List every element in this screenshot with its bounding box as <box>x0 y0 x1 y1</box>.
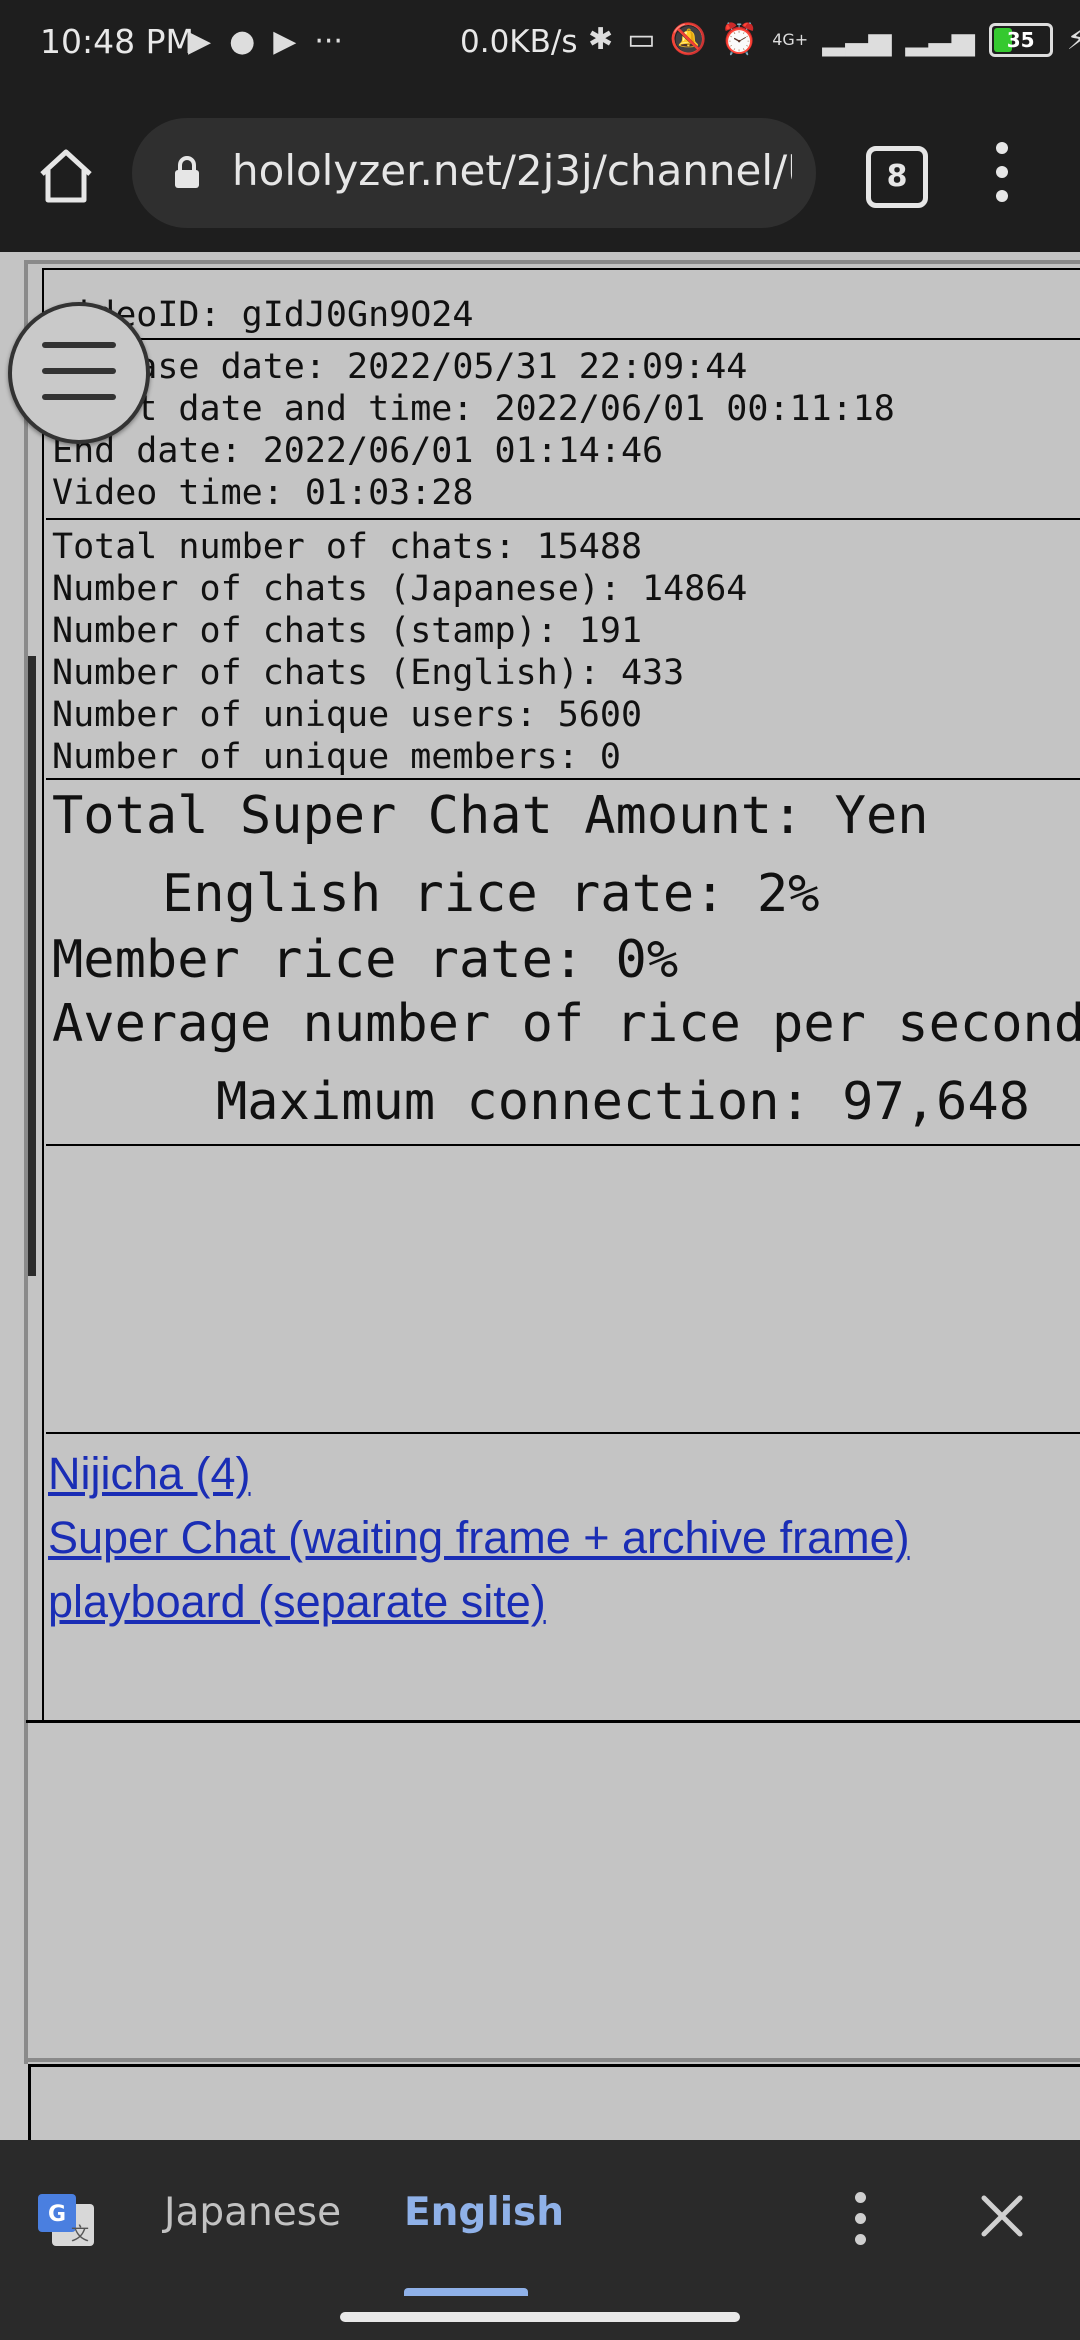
vibrate-icon: ▭ <box>627 22 656 57</box>
notification-icons: ▶ ● ▶ ··· <box>188 24 343 59</box>
google-translate-icon: G 文 <box>38 2194 94 2246</box>
network-type: 4G+ <box>772 30 809 49</box>
battery-percent: 35 <box>1006 27 1035 52</box>
start-datetime: Start date and time: 2022/06/01 00:11:18 <box>52 389 895 429</box>
divider <box>26 1720 1080 1723</box>
divider <box>46 1144 1080 1146</box>
gesture-bar[interactable] <box>340 2312 740 2322</box>
svg-text:文: 文 <box>71 2224 89 2245</box>
unique-users: Number of unique users: 5600 <box>52 695 643 735</box>
total-chats: Total number of chats: 15488 <box>52 527 643 567</box>
release-date: Release date: 2022/05/31 22:09:44 <box>52 347 748 387</box>
end-date: End date: 2022/06/01 01:14:46 <box>52 431 664 471</box>
status-bar: 10:48 PM ▶ ● ▶ ··· 0.0KB/s ✱ ▭ 🔕 ⏰ 4G+ ▂… <box>0 0 1080 92</box>
video-dates: Release date: 2022/05/31 22:09:44 Start … <box>52 346 895 514</box>
network-speed: 0.0KB/s <box>460 24 578 60</box>
browser-menu-icon[interactable] <box>990 142 1014 206</box>
bluetooth-icon: ✱ <box>588 22 614 57</box>
signal-icon: ▂▃▅ <box>822 22 892 57</box>
web-page: videoID: gIdJ0Gn9O24 Release date: 2022/… <box>0 252 1080 2140</box>
system-icons: ✱ ▭ 🔕 ⏰ 4G+ ▂▃▅ ▂▃▅ 35 ⚡ <box>588 22 1080 57</box>
charging-icon: ⚡ <box>1066 22 1080 57</box>
battery-icon: 35 <box>988 22 1053 57</box>
hamburger-menu-button[interactable] <box>8 302 150 444</box>
english-chats: Number of chats (English): 433 <box>52 653 685 693</box>
target-language-tab[interactable]: English <box>404 2190 564 2235</box>
youtube-icon: ▶ <box>273 24 297 59</box>
alarm-icon: ⏰ <box>720 22 759 57</box>
divider <box>46 778 1080 780</box>
source-language-tab[interactable]: Japanese <box>164 2190 341 2235</box>
lock-icon <box>175 156 199 188</box>
translate-bar: G 文 Japanese English <box>0 2140 1080 2340</box>
divider <box>24 2058 1080 2062</box>
chat-stats: Total number of chats: 15488 Number of c… <box>52 526 747 778</box>
youtube-icon: ▶ <box>188 24 212 59</box>
tab-switcher-button[interactable]: 8 <box>866 146 928 208</box>
japanese-chats: Number of chats (Japanese): 14864 <box>52 569 748 609</box>
divider <box>46 1432 1080 1434</box>
address-bar[interactable]: hololyzer.net/2j3j/channel/UC <box>132 118 816 228</box>
average-rice-per-second: Average number of rice per second <box>52 994 1080 1054</box>
page-scrollbar[interactable] <box>28 656 36 1276</box>
home-icon[interactable] <box>34 144 98 208</box>
svg-text:G: G <box>48 2202 66 2227</box>
close-icon[interactable] <box>980 2194 1024 2238</box>
browser-toolbar: hololyzer.net/2j3j/channel/UC 8 <box>0 92 1080 252</box>
english-rice-rate: English rice rate: 2% <box>162 864 820 924</box>
super-chat-total: Total Super Chat Amount: Yen <box>52 786 929 846</box>
unique-members: Number of unique members: 0 <box>52 737 621 777</box>
signal-icon: ▂▃▅ <box>905 22 975 57</box>
nijicha-link[interactable]: Nijicha (4) <box>48 1442 910 1506</box>
translate-menu-icon[interactable] <box>848 2192 872 2255</box>
more-dots-icon: ··· <box>314 24 343 59</box>
super-chat-link[interactable]: Super Chat (waiting frame + archive fram… <box>48 1506 910 1570</box>
status-time: 10:48 PM <box>40 22 194 61</box>
divider <box>46 338 1080 340</box>
url-text[interactable]: hololyzer.net/2j3j/channel/UC <box>232 146 792 195</box>
video-time: Video time: 01:03:28 <box>52 473 474 513</box>
related-links: Nijicha (4) Super Chat (waiting frame + … <box>48 1442 910 1634</box>
member-rice-rate: Member rice rate: 0% <box>52 930 679 990</box>
active-tab-indicator <box>404 2288 528 2296</box>
stamp-chats: Number of chats (stamp): 191 <box>52 611 643 651</box>
mute-bell-icon: 🔕 <box>669 22 707 57</box>
playboard-link[interactable]: playboard (separate site) <box>48 1570 910 1634</box>
next-panel <box>28 2064 1080 2140</box>
max-connection: Maximum connection: 97,648 <box>216 1072 1030 1132</box>
divider <box>46 518 1080 520</box>
assistant-icon: ● <box>229 24 256 59</box>
